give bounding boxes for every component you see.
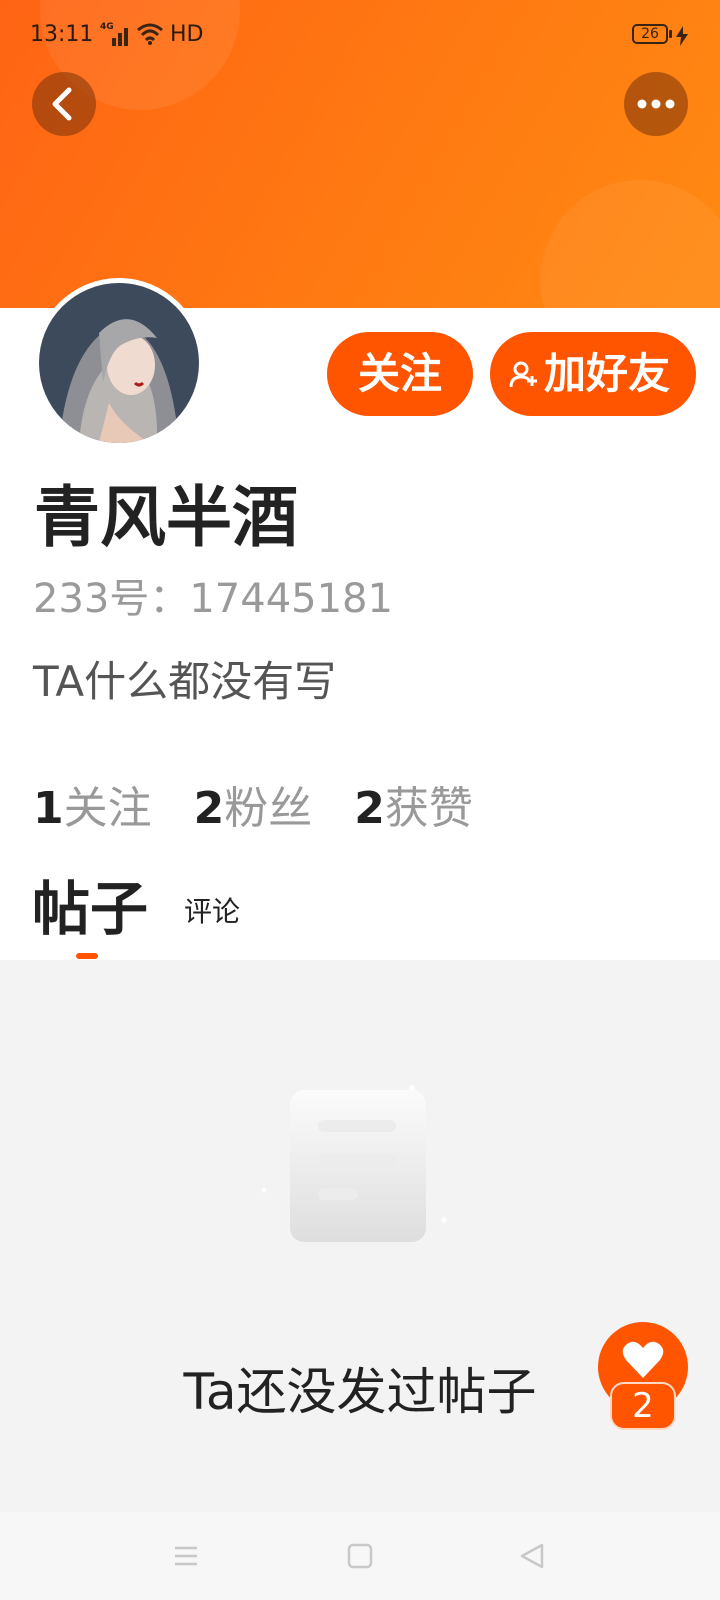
like-count-badge: 2: [610, 1382, 676, 1430]
follow-button[interactable]: 关注: [327, 332, 473, 416]
home-icon[interactable]: [346, 1542, 374, 1570]
status-time: 13:11: [30, 22, 94, 47]
more-dots-icon: [637, 99, 675, 109]
signal-icon: 4G: [100, 22, 130, 46]
status-bar: 13:11 4G HD 26: [0, 0, 720, 70]
tab-comments[interactable]: 评论: [184, 892, 240, 932]
empty-document-icon: [261, 1085, 447, 1242]
user-id: 233号：17445181: [33, 576, 393, 622]
add-friend-label: 加好友: [544, 349, 671, 398]
stat-following[interactable]: 1 关注: [33, 772, 152, 834]
more-options-button[interactable]: [624, 72, 688, 136]
avatar[interactable]: [34, 278, 204, 448]
system-navigation-bar: [0, 1512, 720, 1600]
battery-icon: 26: [632, 24, 672, 44]
charging-icon: [675, 26, 689, 46]
tab-posts[interactable]: 帖子: [32, 874, 148, 944]
tab-active-indicator: [76, 953, 98, 959]
stat-likes[interactable]: 2 获赞: [354, 772, 473, 834]
user-bio: TA什么都没有写: [33, 657, 337, 706]
add-user-icon: [509, 361, 537, 388]
hd-indicator: HD: [170, 22, 204, 47]
back-triangle-icon[interactable]: [518, 1542, 546, 1570]
avatar-image: [39, 283, 199, 443]
heart-icon: [622, 1341, 664, 1378]
wifi-icon: [136, 22, 164, 46]
back-arrow-icon: [52, 87, 72, 121]
add-friend-button[interactable]: 加好友: [490, 332, 696, 416]
username: 青风半酒: [34, 479, 298, 556]
profile-stats: 1 关注 2 粉丝 2 获赞: [33, 772, 515, 834]
menu-icon[interactable]: [172, 1542, 200, 1570]
back-button[interactable]: [32, 72, 96, 136]
stat-followers[interactable]: 2 粉丝: [194, 772, 313, 834]
